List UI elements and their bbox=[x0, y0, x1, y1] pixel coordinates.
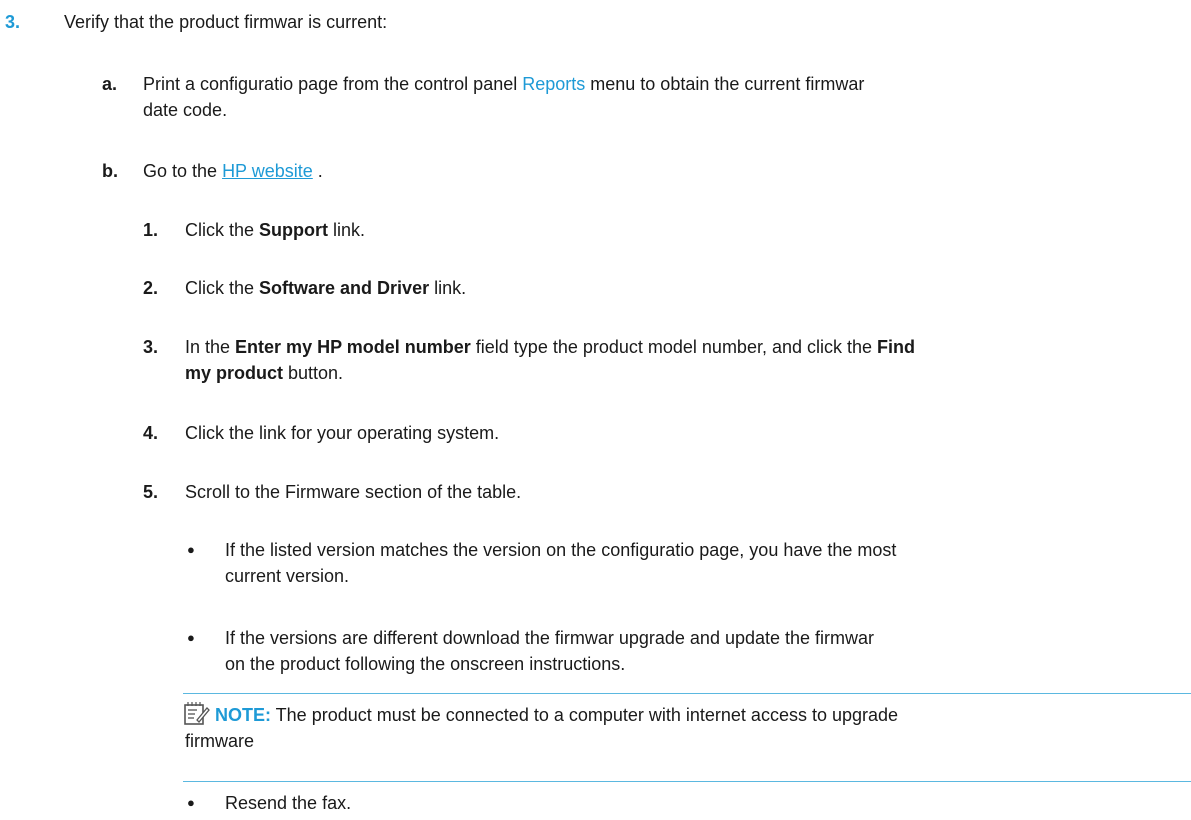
reports-menu-link[interactable]: Reports bbox=[522, 74, 585, 94]
step-a-line-2: date code. bbox=[143, 100, 228, 120]
step-a-letter: a. bbox=[102, 74, 118, 94]
substep-5-text: Scroll to the Firmware section of the ta… bbox=[185, 482, 522, 502]
hp-website-link[interactable]: HP website bbox=[222, 161, 313, 181]
step-b-letter: b. bbox=[102, 161, 118, 181]
substep-4-number: 4. bbox=[143, 423, 159, 443]
substep-3-after: field type the product model number, and… bbox=[470, 337, 878, 357]
substep-3-before: In the bbox=[185, 337, 236, 357]
note-pad-icon bbox=[183, 702, 211, 726]
substep-2-before: Click the bbox=[185, 278, 260, 298]
bullet-2-line-1: If the versions are different download t… bbox=[225, 628, 875, 648]
substep-1-before: Click the bbox=[185, 220, 260, 240]
step-a-text-before: Print a configuratio page from the contr… bbox=[143, 74, 523, 94]
substep-4-text: Click the link for your operating system… bbox=[185, 423, 500, 443]
substep-3-line-2: my product button. bbox=[185, 360, 343, 386]
substep-3-line-2-after: button. bbox=[283, 363, 344, 383]
substep-3-line-1: In the Enter my HP model number field ty… bbox=[185, 334, 915, 360]
substep-2-text: Click the Software and Driver link. bbox=[185, 275, 466, 301]
step-3-text: Verify that the product firmwar is curre… bbox=[64, 12, 388, 32]
substep-1-after: link. bbox=[328, 220, 366, 240]
substep-5-number: 5. bbox=[143, 482, 159, 502]
substep-2-number: 2. bbox=[143, 278, 159, 298]
bullet-icon: ● bbox=[187, 630, 195, 645]
bullet-1-line-1: If the listed version matches the versio… bbox=[225, 540, 897, 560]
substep-1-text: Click the Support link. bbox=[185, 217, 365, 243]
bullet-1-line-2: current version. bbox=[225, 566, 350, 586]
bullet-2-line-2: on the product following the onscreen in… bbox=[225, 654, 626, 674]
step-b-line: Go to the HP website . bbox=[143, 158, 323, 184]
note-label: NOTE: bbox=[215, 705, 271, 725]
resend-fax-text: Resend the fax. bbox=[225, 793, 352, 813]
step-b-text-after: . bbox=[312, 161, 323, 181]
step-3-number: 3. bbox=[5, 12, 21, 32]
note-text-line-1: The product must be connected to a compu… bbox=[271, 705, 899, 725]
step-b-text-before: Go to the bbox=[143, 161, 223, 181]
model-number-field-label: Enter my HP model number bbox=[235, 337, 471, 357]
substep-3-number: 3. bbox=[143, 337, 159, 357]
substep-2-after: link. bbox=[429, 278, 467, 298]
note-line-1: NOTE: The product must be connected to a… bbox=[215, 702, 898, 728]
support-link-label: Support bbox=[259, 220, 329, 240]
bullet-icon: ● bbox=[187, 795, 195, 810]
step-a-line-1: Print a configuratio page from the contr… bbox=[143, 71, 864, 97]
substep-1-number: 1. bbox=[143, 220, 159, 240]
my-product-label: my product bbox=[185, 363, 284, 383]
note-line-2: firmware bbox=[185, 731, 255, 751]
step-a-text-after: menu to obtain the current firmwar bbox=[585, 74, 865, 94]
find-label: Find bbox=[877, 337, 916, 357]
software-driver-link-label: Software and Driver bbox=[259, 278, 430, 298]
bullet-icon: ● bbox=[187, 542, 195, 557]
